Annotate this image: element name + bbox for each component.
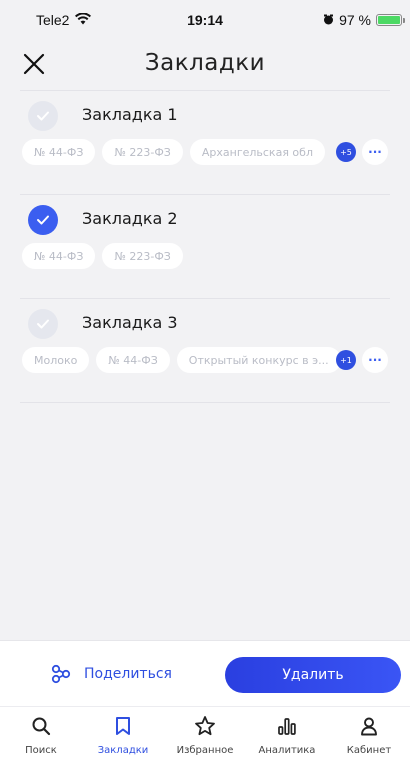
check-icon [37,111,49,121]
status-right-group: 97 % [323,12,405,28]
tag-chip[interactable]: Открытый конкурс в э... [176,347,341,373]
tag-chip[interactable]: Молоко [22,347,90,373]
analytics-icon [276,715,298,737]
list-divider [20,402,390,403]
tab-bar: Поиск Закладки Избранное Аналитика Кабин… [0,706,410,765]
battery-percent: 97 % [339,12,371,28]
tab-label: Поиск [25,745,57,756]
search-icon [30,715,52,737]
bookmark-name[interactable]: Закладка 1 [82,105,178,124]
share-button[interactable]: Поделиться [50,663,172,685]
bookmark-checkbox[interactable] [28,309,58,339]
bookmark-list: Закладка 1 № 44-ФЗ № 223-ФЗ Архангельска… [0,90,410,403]
share-icon [51,664,71,684]
tag-chip[interactable]: № 44-ФЗ [22,243,96,269]
bookmark-checkbox[interactable] [28,205,58,235]
tag-list: № 44-ФЗ № 223-ФЗ Архангельская обл [22,139,325,165]
bookmark-row: Закладка 1 № 44-ФЗ № 223-ФЗ Архангельска… [20,90,390,194]
ellipsis-icon: ··· [368,145,382,159]
tag-extra: +1 ··· [336,347,388,373]
tag-extra: +5 ··· [336,139,388,165]
tag-chip[interactable]: № 223-ФЗ [102,243,183,269]
bookmark-row: Закладка 2 № 44-ФЗ № 223-ФЗ [20,194,390,298]
status-bar: Tele2 19:14 97 % [0,0,410,40]
tab-analytics[interactable]: Аналитика [246,707,328,765]
tag-chip[interactable]: Архангельская обл [189,139,325,165]
bookmark-checkbox[interactable] [28,101,58,131]
share-label: Поделиться [84,666,172,682]
tab-label: Избранное [176,745,234,756]
tag-chip[interactable]: № 223-ФЗ [102,139,183,165]
tab-label: Закладки [97,745,149,756]
tab-favorites[interactable]: Избранное [164,707,246,765]
tab-search[interactable]: Поиск [0,707,82,765]
more-options-button[interactable]: ··· [362,347,388,373]
tag-list: № 44-ФЗ № 223-ФЗ [22,243,183,269]
tab-bookmarks[interactable]: Закладки [82,707,164,765]
tab-label: Кабинет [346,745,392,756]
bookmark-name[interactable]: Закладка 2 [82,209,178,228]
tag-chip[interactable]: № 44-ФЗ [22,139,96,165]
tab-profile[interactable]: Кабинет [328,707,410,765]
tag-chip[interactable]: № 44-ФЗ [96,347,170,373]
more-tags-badge[interactable]: +1 [336,350,356,370]
ellipsis-icon: ··· [368,353,382,367]
star-icon [194,715,216,737]
alarm-icon [323,12,334,28]
bookmark-row: Закладка 3 Молоко № 44-ФЗ Открытый конку… [20,298,390,402]
action-bar: Поделиться Удалить [0,640,410,706]
delete-button[interactable]: Удалить [225,657,401,693]
tag-list: Молоко № 44-ФЗ Открытый конкурс в э... [22,347,341,373]
profile-icon [358,715,380,737]
check-icon [37,319,49,329]
battery-icon [376,14,405,26]
page-title: Закладки [144,50,266,76]
tab-label: Аналитика [258,745,316,756]
more-tags-badge[interactable]: +5 [336,142,356,162]
check-icon [37,215,49,225]
bookmark-name[interactable]: Закладка 3 [82,313,178,332]
header: Закладки [0,40,410,90]
bookmark-icon [112,715,134,737]
more-options-button[interactable]: ··· [362,139,388,165]
